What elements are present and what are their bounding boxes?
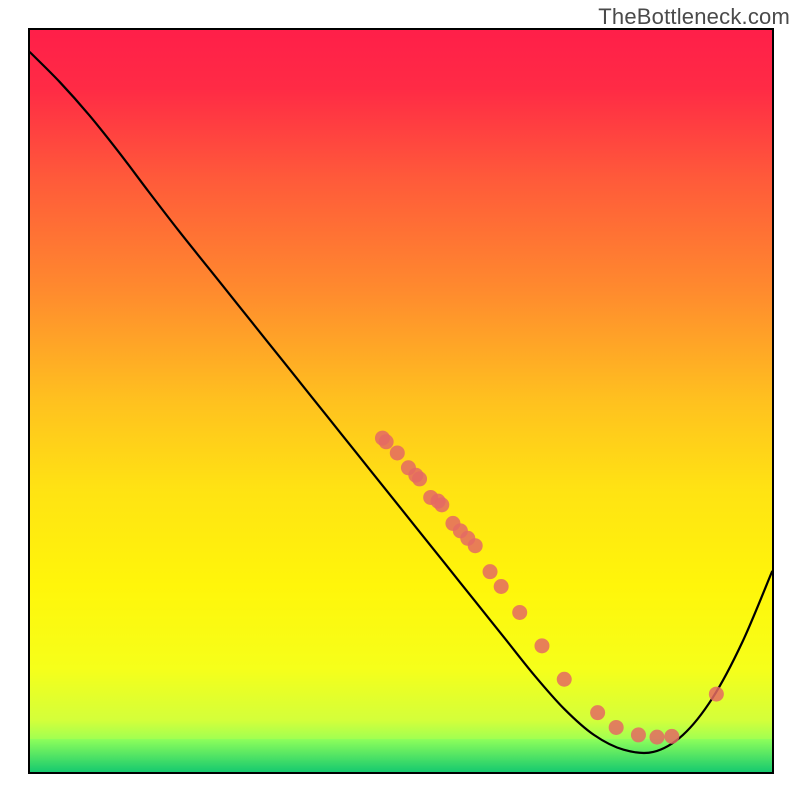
watermark-text: TheBottleneck.com: [598, 4, 790, 30]
plot-border: [28, 28, 774, 774]
chart-stage: TheBottleneck.com: [0, 0, 800, 800]
